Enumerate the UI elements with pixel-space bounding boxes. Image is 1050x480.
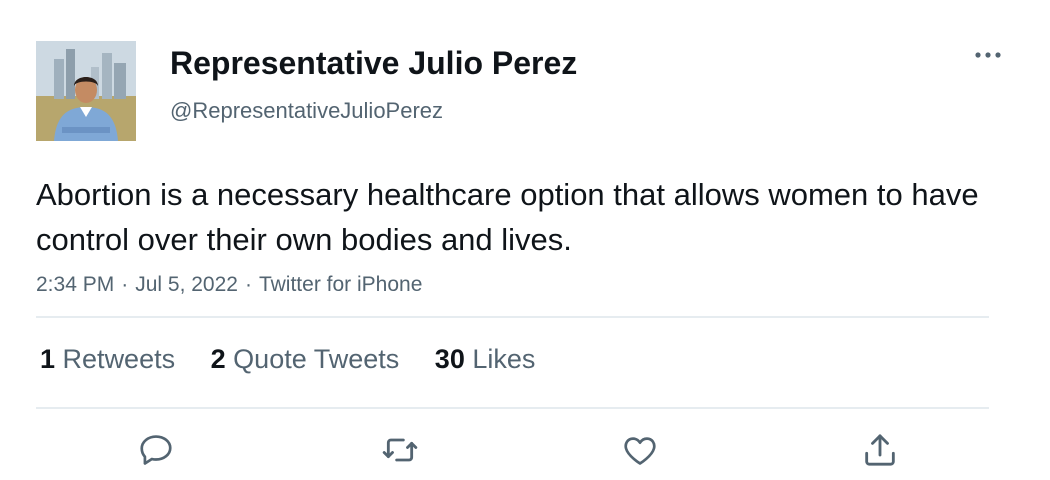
meta-separator: · [244,273,252,296]
heart-icon [624,437,656,465]
quote-tweets-count: 2 [210,344,226,374]
more-options-icon[interactable] [972,42,1006,68]
engagement-stats: 1 Retweets 2 Quote Tweets 30 Likes [40,342,563,376]
tweet-date[interactable]: Jul 5, 2022 [135,273,238,296]
retweets-stat[interactable]: 1 Retweets [40,342,175,376]
avatar[interactable] [36,41,136,141]
quote-tweets-label: Quote Tweets [233,344,400,374]
share-button[interactable] [858,428,902,472]
likes-stat[interactable]: 30 Likes [435,342,536,376]
like-button[interactable] [618,428,662,472]
divider [36,316,989,318]
retweets-count: 1 [40,344,56,374]
retweets-label: Retweets [62,344,176,374]
retweet-button[interactable] [378,428,422,472]
tweet-text: Abortion is a necessary healthcare optio… [36,177,979,257]
profile-photo-icon [36,41,136,141]
tweet-actions [0,428,1050,472]
share-icon [865,434,895,466]
tweet-source[interactable]: Twitter for iPhone [259,273,422,296]
likes-count: 30 [434,344,465,374]
reply-button[interactable] [134,428,178,472]
meta-separator: · [121,273,129,296]
retweet-icon [382,438,418,462]
reply-icon [140,435,172,465]
user-handle[interactable]: @RepresentativeJulioPerez [170,98,443,124]
divider [36,407,989,409]
display-name[interactable]: Representative Julio Perez [170,44,577,82]
tweet-meta: 2:34 PM · Jul 5, 2022 · Twitter for iPhone [36,272,422,298]
quote-tweets-stat[interactable]: 2 Quote Tweets [211,342,400,376]
likes-label: Likes [472,344,536,374]
tweet-time[interactable]: 2:34 PM [36,273,114,296]
